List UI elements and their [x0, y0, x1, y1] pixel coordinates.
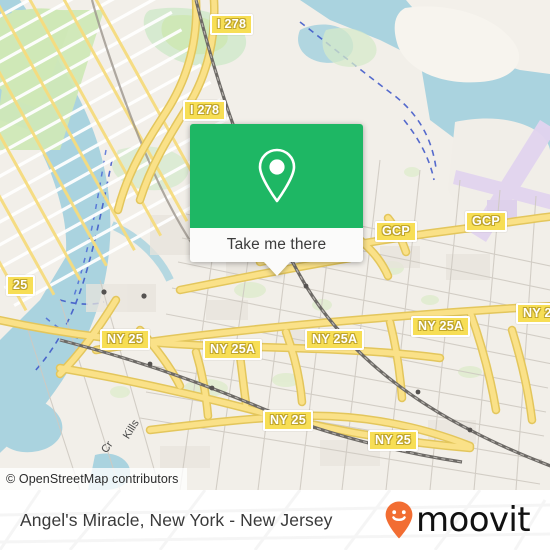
- road-shield-label: NY 25A: [312, 332, 358, 346]
- take-me-there-button[interactable]: Take me there: [190, 228, 363, 262]
- road-shield: NY 25: [100, 329, 151, 350]
- moovit-pin-icon: [385, 501, 413, 539]
- road-shield-label: NY 25A: [418, 319, 464, 333]
- road-shield: I 278: [183, 100, 227, 121]
- moovit-map-screenshot: I 278I 278GCPGCPNY 25ANY 25ANY 25ANY 25A…: [0, 0, 550, 550]
- road-shield: NY 25A: [203, 339, 263, 360]
- road-shield-label: NY 25: [107, 332, 144, 346]
- osm-attribution[interactable]: © OpenStreetMap contributors: [0, 468, 187, 490]
- road-shield-label: NY 25: [270, 413, 307, 427]
- road-shield-label: NY 25: [375, 433, 412, 447]
- location-popup-card[interactable]: Take me there: [190, 124, 363, 276]
- popup-tail-pointer: [263, 262, 290, 276]
- road-shield: NY 25: [368, 430, 419, 451]
- road-shield: GCP: [465, 211, 507, 232]
- road-shield: NY 25A: [305, 329, 365, 350]
- road-shield-label: I 278: [217, 17, 247, 31]
- road-shield: 25: [6, 275, 35, 296]
- footer-bar: Angel's Miracle, New York - New Jersey m…: [0, 490, 550, 550]
- road-shield-label: NY 25A: [523, 306, 550, 320]
- road-shield-label: GCP: [472, 214, 500, 228]
- road-shield-label: NY 25A: [210, 342, 256, 356]
- take-me-there-label: Take me there: [226, 236, 327, 253]
- road-shield: GCP: [375, 221, 417, 242]
- popup-pin-panel: [190, 124, 363, 228]
- road-shield-label: I 278: [190, 103, 220, 117]
- moovit-wordmark: moovit: [415, 500, 531, 540]
- road-shield: I 278: [210, 14, 254, 35]
- road-shield: NY 25A: [411, 316, 471, 337]
- road-shield-label: GCP: [382, 224, 410, 238]
- page-title: Angel's Miracle, New York - New Jersey: [20, 509, 333, 530]
- road-shield: NY 25: [263, 410, 314, 431]
- map-pin-icon: [258, 148, 295, 203]
- moovit-logo[interactable]: moovit: [384, 500, 531, 540]
- osm-attribution-text: © OpenStreetMap contributors: [6, 472, 179, 486]
- road-shield: NY 25A: [516, 303, 550, 324]
- road-shield-label: 25: [13, 278, 28, 292]
